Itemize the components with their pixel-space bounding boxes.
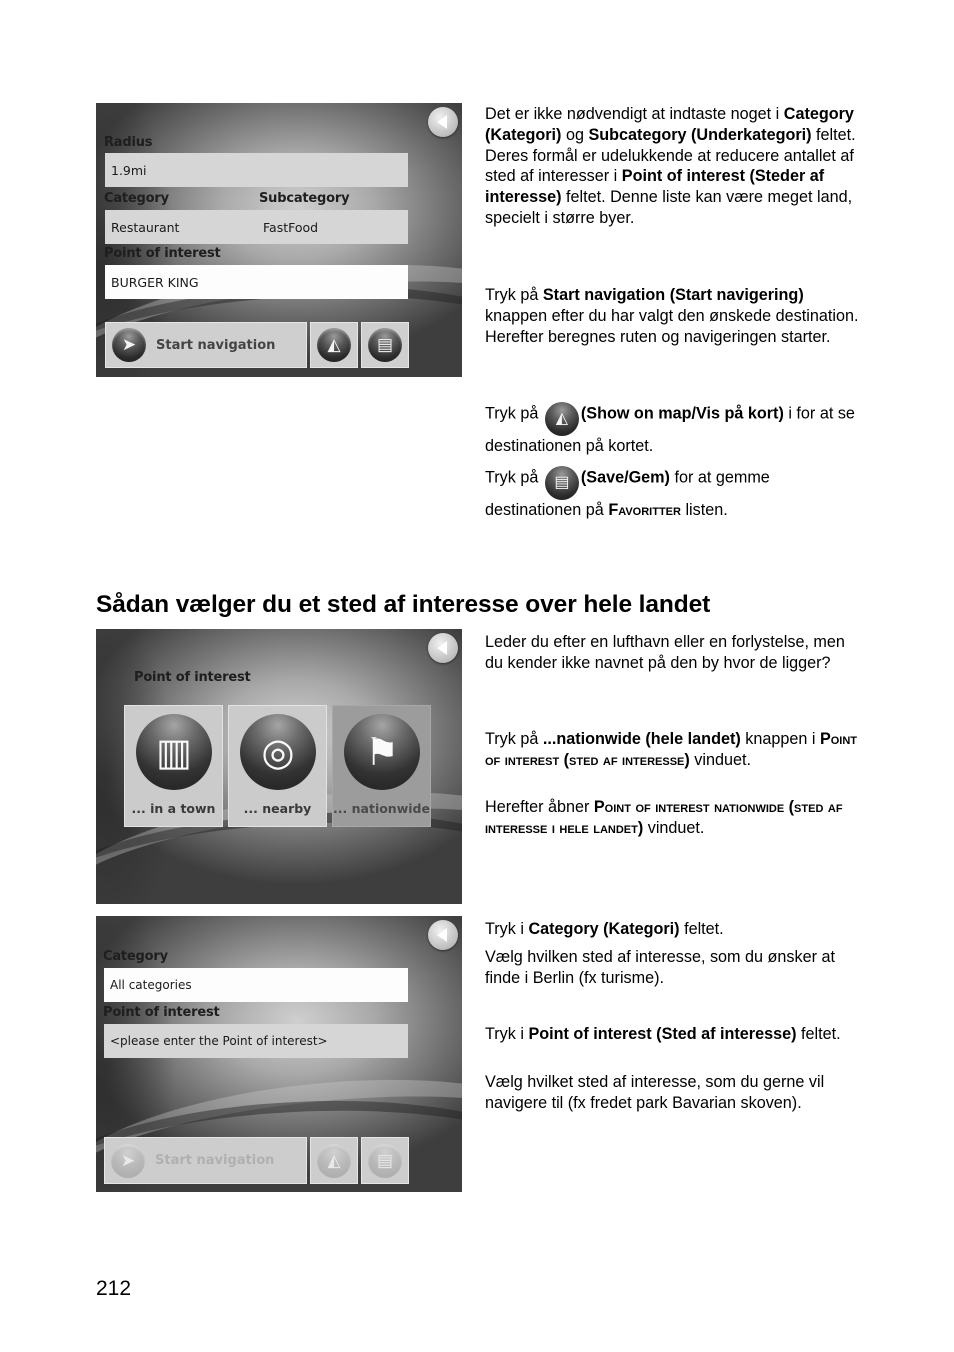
term-start-navigation: Start navigation (Start navigering) bbox=[542, 286, 804, 304]
show-on-map-paragraph: Tryk på ◭ (Show on map/Vis på kort) i for… bbox=[485, 402, 860, 457]
section-heading-container: Sådan vælger du et sted af interesse ove… bbox=[96, 591, 896, 619]
subcategory-field[interactable]: FastFood bbox=[256, 210, 408, 244]
radius-field[interactable]: 1.9mi bbox=[105, 153, 408, 187]
text: knappen i bbox=[740, 730, 820, 748]
back-button[interactable] bbox=[428, 107, 458, 137]
page-number: 212 bbox=[96, 1277, 132, 1300]
back-button[interactable] bbox=[428, 633, 458, 663]
text: listen. bbox=[680, 501, 728, 519]
floppy-disk-icon: ▤ bbox=[368, 328, 402, 362]
action-bar: ➤ Start navigation ◭ ▤ bbox=[105, 322, 409, 368]
text: Tryk på bbox=[485, 468, 543, 487]
text: Herefter åbner bbox=[485, 798, 594, 816]
text: Tryk i bbox=[485, 920, 529, 938]
term-category: Category (Kategori) bbox=[528, 920, 680, 938]
text: Vælg hvilken sted af interesse, som du ø… bbox=[485, 948, 835, 987]
term-subcategory: Subcategory (Underkategori) bbox=[588, 125, 812, 144]
start-navigation-label: Start navigation bbox=[156, 337, 276, 353]
start-navigation-paragraph: Tryk på Start navigation (Start navigeri… bbox=[485, 285, 860, 347]
poi-search-screen: Radius 1.9mi Category Subcategory Restau… bbox=[96, 103, 462, 377]
show-on-map-button[interactable]: ◭ bbox=[310, 322, 358, 368]
term-save: (Save/Gem) bbox=[580, 468, 670, 487]
term-nationwide: ...nationwide (hele landet) bbox=[542, 730, 741, 748]
poi-nationwide-button[interactable]: ⚑ ... nationwide bbox=[332, 705, 431, 827]
text: og bbox=[561, 125, 589, 144]
save-button[interactable]: ▤ bbox=[361, 1137, 409, 1184]
poi-placeholder: <please enter the Point of interest> bbox=[110, 1034, 328, 1048]
target-icon: ◎ bbox=[240, 714, 316, 790]
poi-label: Point of interest bbox=[104, 246, 221, 261]
term-favorites: Favoritter bbox=[608, 501, 681, 519]
start-navigation-button[interactable]: ➤ Start navigation bbox=[104, 1137, 307, 1184]
radius-value: 1.9mi bbox=[111, 162, 147, 178]
category-label: Category bbox=[103, 949, 168, 964]
category-field[interactable]: All categories bbox=[104, 968, 408, 1002]
poi-field[interactable]: <please enter the Point of interest> bbox=[104, 1024, 408, 1058]
start-navigation-label: Start navigation bbox=[155, 1153, 275, 1168]
tile-label: ... nationwide bbox=[333, 801, 430, 816]
radius-label: Radius bbox=[104, 135, 153, 150]
poi-in-town-button[interactable]: ▥ ... in a town bbox=[124, 705, 223, 827]
poi-mode-screen: Point of interest ▥ ... in a town ◎ ... … bbox=[96, 629, 462, 904]
term-poi: Point of interest (Sted af interesse) bbox=[528, 1025, 797, 1043]
action-bar: ➤ Start navigation ◭ ▤ bbox=[104, 1137, 409, 1184]
show-on-map-button[interactable]: ◭ bbox=[310, 1137, 358, 1184]
subcategory-label: Subcategory bbox=[259, 191, 350, 206]
nationwide-result-paragraph: Herefter åbner Point of interest nationw… bbox=[485, 797, 860, 839]
navigation-arrow-icon: ➤ bbox=[112, 328, 146, 362]
category-choose-paragraph: Vælg hvilken sted af interesse, som du ø… bbox=[485, 947, 860, 989]
subcategory-value: FastFood bbox=[263, 219, 319, 235]
category-value: Restaurant bbox=[111, 219, 180, 235]
floppy-disk-icon: ▤ bbox=[544, 466, 579, 500]
poi-choose-paragraph: Vælg hvilket sted af interesse, som du g… bbox=[485, 1072, 860, 1114]
poi-value: BURGER KING bbox=[111, 274, 199, 290]
back-button[interactable] bbox=[428, 920, 458, 950]
floppy-disk-icon: ▤ bbox=[368, 1143, 402, 1178]
tile-label: ... nearby bbox=[243, 801, 312, 816]
poi-step-paragraph: Tryk i Point of interest (Sted af intere… bbox=[485, 1024, 860, 1045]
category-value: All categories bbox=[110, 978, 192, 992]
start-navigation-button[interactable]: ➤ Start navigation bbox=[105, 322, 307, 368]
poi-nationwide-screen: Category All categories Point of interes… bbox=[96, 916, 462, 1192]
navigation-arrow-icon: ➤ bbox=[111, 1143, 145, 1178]
text: Tryk på bbox=[485, 404, 543, 423]
map-icon: ◭ bbox=[317, 328, 351, 362]
nationwide-step-paragraph: Tryk på ...nationwide (hele landet) knap… bbox=[485, 729, 860, 771]
poi-nearby-button[interactable]: ◎ ... nearby bbox=[228, 705, 327, 827]
text: feltet. bbox=[679, 920, 724, 938]
city-buildings-icon: ▥ bbox=[136, 714, 212, 790]
term-show-on-map: (Show on map/Vis på kort) bbox=[580, 404, 784, 423]
poi-label: Point of interest bbox=[103, 1005, 220, 1020]
section-heading: Sådan vælger du et sted af interesse ove… bbox=[96, 591, 711, 618]
flags-icon: ⚑ bbox=[344, 714, 420, 790]
text: feltet. bbox=[796, 1025, 841, 1043]
text: Tryk i bbox=[485, 1025, 529, 1043]
nationwide-intro-paragraph: Leder du efter en lufthavn eller en forl… bbox=[485, 632, 860, 674]
text: Det er ikke nødvendigt at indtaste noget… bbox=[485, 105, 784, 123]
text: Leder du efter en lufthavn eller en forl… bbox=[485, 633, 845, 672]
text: Tryk på bbox=[485, 286, 543, 304]
category-field[interactable]: Restaurant bbox=[105, 210, 256, 244]
text: vinduet. bbox=[643, 818, 705, 837]
map-icon: ◭ bbox=[317, 1143, 351, 1178]
text: Vælg hvilket sted af interesse, som du g… bbox=[485, 1073, 825, 1112]
poi-field[interactable]: BURGER KING bbox=[105, 265, 408, 299]
save-button[interactable]: ▤ bbox=[361, 322, 409, 368]
intro-paragraph: Det er ikke nødvendigt at indtaste noget… bbox=[485, 104, 860, 229]
map-icon: ◭ bbox=[544, 402, 579, 436]
text: Tryk på bbox=[485, 730, 543, 748]
poi-screen-title: Point of interest bbox=[134, 670, 251, 685]
category-step-paragraph: Tryk i Category (Kategori) feltet. bbox=[485, 919, 860, 940]
save-paragraph: Tryk på ▤ (Save/Gem) for at gemme destina… bbox=[485, 466, 860, 521]
category-label: Category bbox=[104, 191, 169, 206]
text: knappen efter du har valgt den ønskede d… bbox=[485, 306, 859, 346]
tile-label: ... in a town bbox=[131, 801, 216, 816]
text: vinduet. bbox=[689, 750, 751, 769]
